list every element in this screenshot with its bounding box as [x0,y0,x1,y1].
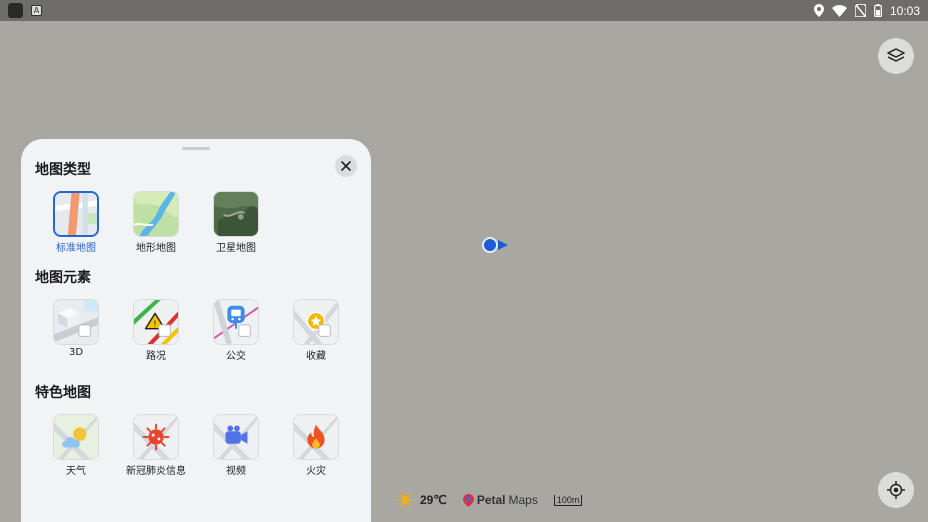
tile-video[interactable]: 视频 [206,414,266,477]
tile-label: 视频 [226,466,246,477]
tile-terrain-map[interactable]: 地形地图 [126,191,186,254]
close-button[interactable] [335,155,357,177]
clock: 10:03 [889,3,920,18]
tile-label: 卫星地图 [216,243,256,254]
close-icon [341,161,351,171]
section-title-special-maps: 特色地图 [35,385,91,401]
favorites-icon [293,299,339,345]
battery-icon [874,4,882,17]
fire-icon [293,414,339,460]
tile-3d[interactable]: 3D [46,299,106,358]
brand-bold: Petal [476,493,506,507]
tile-label: 地形地图 [136,243,176,254]
temperature: 29℃ [420,493,447,507]
petal-maps-logo: Petal Maps [462,493,538,507]
svg-text:!: ! [153,320,156,330]
tile-satellite-map[interactable]: 卫星地图 [206,191,266,254]
petal-icon [462,493,474,507]
layers-icon [887,48,905,62]
map-footer: 29℃ Petal Maps 100m [396,490,583,510]
tile-label: 新冠肺炎信息 [126,466,186,477]
tile-label: 公交 [226,351,246,362]
wifi-icon [831,4,847,17]
tile-label: 火灾 [306,466,326,477]
standard-map-icon [53,191,99,237]
section-title-map-type: 地图类型 [35,162,91,178]
tile-covid[interactable]: 新冠肺炎信息 [126,414,186,477]
location-icon [813,4,824,17]
tile-weather[interactable]: 天气 [46,414,106,477]
layers-button[interactable] [878,38,914,74]
3d-buildings-icon [53,299,99,345]
tile-traffic[interactable]: ! 路况 [126,299,186,362]
sun-icon [396,491,414,509]
tile-transit[interactable]: 公交 [206,299,266,362]
crosshair-icon [887,481,905,499]
brand-light: Maps [508,493,538,507]
drag-handle[interactable] [182,147,210,150]
tile-label: 路况 [146,351,166,362]
tile-favorites[interactable]: 收藏 [286,299,346,362]
my-location-button[interactable] [878,472,914,508]
map-layers-panel: 地图类型 标准地图 地形地图 卫星地图 地图元素 3D ! 路况 公交 收藏 特… [21,139,371,522]
app-icon [8,3,23,18]
a-icon: A [31,5,42,16]
tile-standard-map[interactable]: 标准地图 [46,191,106,254]
tile-label: 天气 [66,466,86,477]
traffic-icon: ! [133,299,179,345]
tile-label: 3D [68,347,84,358]
weather-icon [53,414,99,460]
transit-icon [213,299,259,345]
no-sim-icon [854,4,866,17]
terrain-map-icon [133,191,179,237]
section-title-map-elements: 地图元素 [35,270,91,286]
tile-label: 收藏 [306,351,326,362]
tile-label: 标准地图 [56,243,96,254]
scale-bar: 100m [553,494,583,506]
covid-icon [133,414,179,460]
status-bar: A 10:03 [0,0,928,21]
current-location-marker [482,237,508,253]
satellite-map-icon [213,191,259,237]
tile-fire[interactable]: 火灾 [286,414,346,477]
video-icon [213,414,259,460]
